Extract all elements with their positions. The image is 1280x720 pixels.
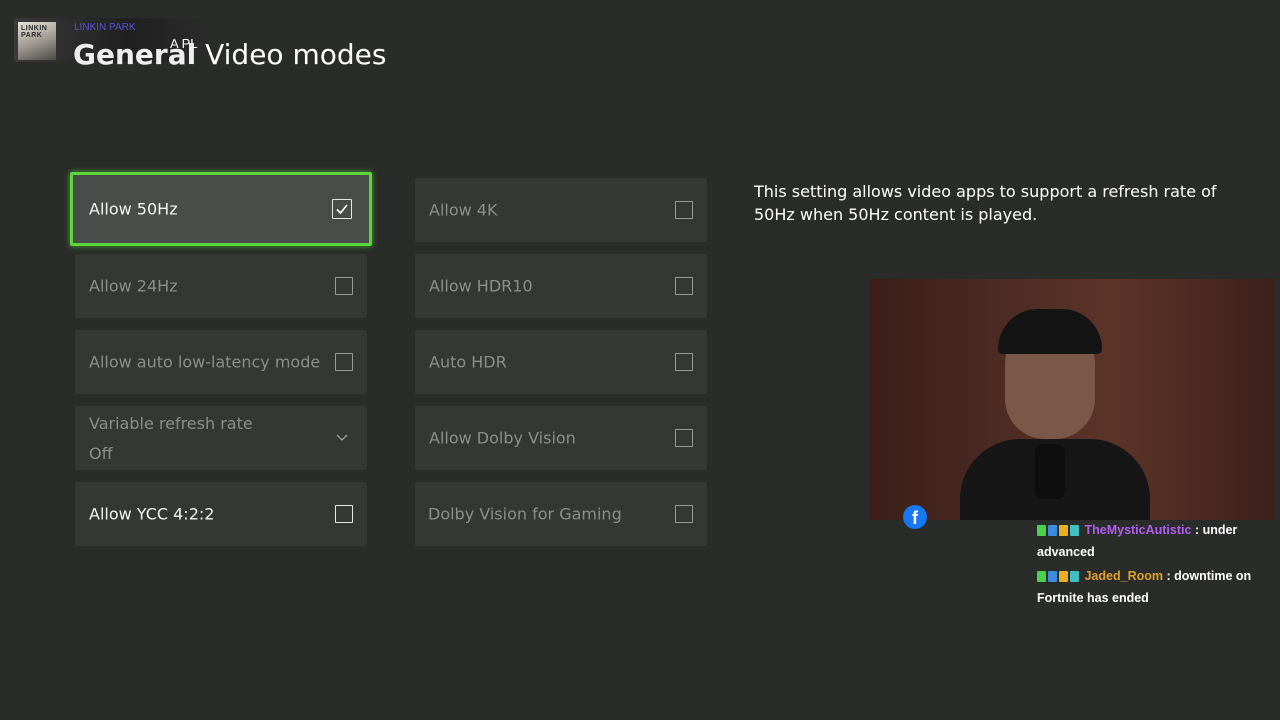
variable-refresh-rate-dropdown[interactable]: Variable refresh rate Off [75,406,367,470]
setting-label: Auto HDR [429,352,507,372]
user-badges-icon [1037,568,1081,588]
auto-hdr-toggle[interactable]: Auto HDR [415,330,707,394]
chat-message: Jaded_Room : downtime on Fortnite has en… [1037,566,1273,608]
album-art: LINKIN PARK [18,22,56,60]
allow-ycc-422-toggle[interactable]: Allow YCC 4:2:2 [75,482,367,546]
breadcrumb-section: General [73,38,197,71]
setting-label: Allow 24Hz [89,276,178,296]
page-title-text: Video modes [205,38,387,71]
chat-message: TheMysticAutistic : under advanced [1037,520,1273,562]
checkbox[interactable] [335,353,353,371]
setting-label: Allow 50Hz [89,199,178,219]
setting-label: Dolby Vision for Gaming [428,504,622,524]
album-art-text: LINKIN PARK [21,25,48,39]
dolby-vision-for-gaming-toggle[interactable]: Dolby Vision for Gaming [415,482,707,546]
checkbox[interactable] [675,277,693,295]
checkbox[interactable] [675,353,693,371]
chat-username: TheMysticAutistic [1084,523,1192,537]
facebook-icon: f [903,505,927,529]
page-title: General Video modes [73,38,386,71]
allow-auto-low-latency-toggle[interactable]: Allow auto low-latency mode [75,330,367,394]
allow-24hz-toggle[interactable]: Allow 24Hz [75,254,367,318]
setting-label: Allow auto low-latency mode [89,352,321,372]
chevron-down-icon [336,434,348,441]
setting-label: Allow Dolby Vision [429,428,576,448]
checkbox[interactable] [335,277,353,295]
user-badges-icon [1037,522,1081,542]
checkbox[interactable] [675,201,693,219]
setting-label: Allow HDR10 [429,276,533,296]
setting-value: Off [89,444,113,463]
checkbox[interactable] [332,199,352,219]
webcam-person-cap [998,309,1102,354]
webcam-overlay [870,279,1275,520]
webcam-microphone [1035,444,1065,499]
allow-4k-toggle[interactable]: Allow 4K [415,178,707,242]
setting-description: This setting allows video apps to suppor… [754,182,1217,224]
checkbox[interactable] [675,429,693,447]
now-playing-artist: LINKIN PARK [74,22,136,33]
allow-dolby-vision-toggle[interactable]: Allow Dolby Vision [415,406,707,470]
checkbox[interactable] [335,505,353,523]
allow-50hz-toggle[interactable]: Allow 50Hz [70,172,372,246]
checkbox[interactable] [675,505,693,523]
allow-hdr10-toggle[interactable]: Allow HDR10 [415,254,707,318]
check-icon [336,204,348,215]
setting-label: Allow 4K [429,200,498,220]
chat-username: Jaded_Room [1084,569,1163,583]
setting-label: Allow YCC 4:2:2 [89,504,215,524]
chat-overlay: TheMysticAutistic : under advanced Jaded… [1037,520,1273,612]
setting-label: Variable refresh rate [89,414,253,433]
